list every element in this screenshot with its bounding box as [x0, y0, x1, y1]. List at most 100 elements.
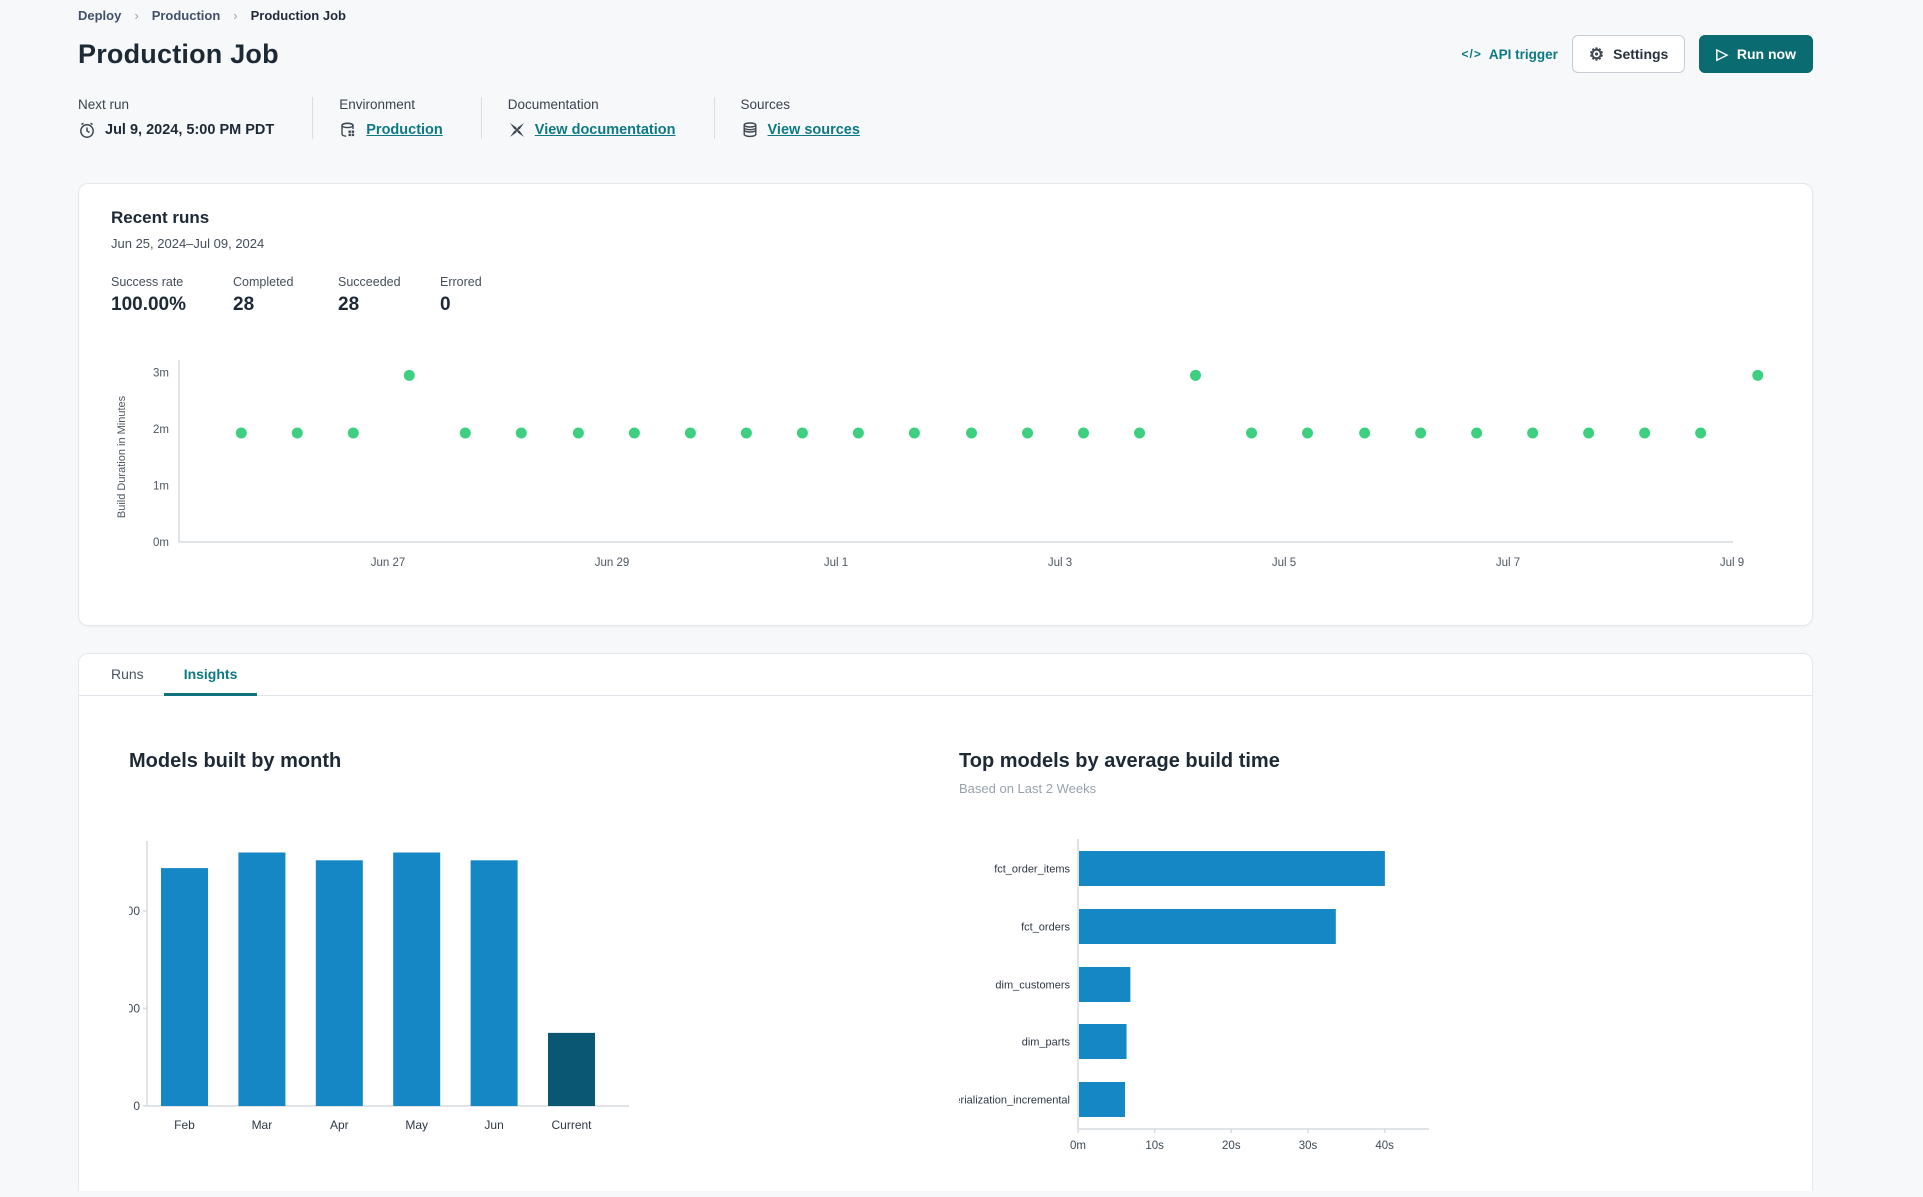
meta-next-run: Next run Jul 9, 2024, 5:00 PM PDT — [78, 97, 312, 139]
y-category-label: fct_orders — [1021, 922, 1070, 934]
scatter-point — [1190, 369, 1202, 381]
scatter-point — [966, 427, 978, 439]
chevron-right-icon: › — [233, 8, 238, 23]
bar-fct_orders — [1079, 909, 1336, 944]
y-tick-label: 2m — [153, 424, 169, 436]
x-tick-label: Jul 9 — [1720, 557, 1744, 569]
scatter-point — [1078, 427, 1090, 439]
alarm-clock-icon — [78, 121, 96, 139]
y-tick-label: 500 — [129, 1002, 140, 1016]
bar-mar — [238, 852, 286, 1106]
scatter-point — [1583, 427, 1595, 439]
stat-success-rate: Success rate 100.00% — [111, 275, 187, 315]
x-tick-label: 20s — [1222, 1140, 1241, 1152]
recent-runs-stats: Success rate 100.00% Completed 28 Succee… — [111, 275, 1780, 316]
scatter-point — [347, 427, 359, 439]
scatter-point — [1752, 369, 1764, 381]
environment-database-icon — [339, 121, 357, 139]
x-tick-label: Jul 3 — [1048, 557, 1072, 569]
meta-label: Environment — [339, 97, 416, 112]
scatter-point — [1415, 427, 1427, 439]
bar-current — [548, 1032, 595, 1106]
y-axis-label: Build Duration in Minutes — [116, 395, 128, 518]
x-tick-label: Jul 7 — [1496, 557, 1520, 569]
production-job-page: Deploy › Production › Production Job Pro… — [0, 0, 1923, 1191]
stat-completed: Completed 28 — [233, 275, 294, 315]
bar-dim_customers — [1079, 967, 1131, 1002]
bar-feb — [161, 868, 208, 1106]
stat-succeeded: Succeeded 28 — [338, 275, 401, 315]
insights-panel: Models built by month 0 500 1000 Feb Mar Apr M… — [79, 696, 1812, 1168]
run-now-button[interactable]: ▷ Run now — [1699, 35, 1813, 73]
x-tick-label: Jul 1 — [824, 557, 848, 569]
settings-button[interactable]: ⚙ Settings — [1571, 35, 1686, 73]
database-stack-icon — [741, 121, 759, 139]
top-models-title: Top models by average build time — [959, 750, 1280, 772]
scatter-plot: 0m 1m 2m 3m Build Duration in Minutes Jun 27 J… — [116, 360, 1764, 569]
y-tick-label: 0 — [133, 1099, 140, 1113]
scatter-point — [235, 427, 247, 439]
scatter-point — [796, 427, 808, 439]
x-category-label: May — [405, 1118, 428, 1132]
breadcrumb-deploy[interactable]: Deploy — [78, 8, 121, 23]
x-category-label: Feb — [174, 1118, 195, 1132]
page-title: Production Job — [78, 38, 279, 69]
models-built-title: Models built by month — [129, 750, 342, 772]
tab-bar: Runs Insights — [79, 654, 1812, 696]
bar-jun — [470, 860, 518, 1106]
bar-apr — [315, 860, 363, 1106]
scatter-point — [684, 427, 696, 439]
meta-label: Next run — [78, 97, 130, 112]
y-category-label: dim_parts — [1022, 1037, 1071, 1049]
scatter-point — [572, 427, 584, 439]
tab-runs[interactable]: Runs — [91, 654, 164, 696]
recent-runs-card: Recent runs Jun 25, 2024–Jul 09, 2024 Su… — [78, 183, 1813, 626]
y-category-label: fct_order_items — [994, 864, 1070, 876]
build-duration-chart: 0m 1m 2m 3m Build Duration in Minutes Jun 27 J… — [111, 332, 1780, 599]
x-category-label: Jun — [484, 1118, 503, 1132]
scatter-point — [1695, 427, 1707, 439]
job-meta-row: Next run Jul 9, 2024, 5:00 PM PDT Enviro… — [78, 97, 1813, 139]
api-trigger-link[interactable]: </> API trigger — [1461, 47, 1557, 62]
models-built-chart: 0 500 1000 Feb Mar Apr May Jun Current — [113, 833, 689, 1152]
x-tick-label: 40s — [1375, 1140, 1394, 1152]
scatter-point — [740, 427, 752, 439]
scatter-point — [1639, 427, 1651, 439]
chevron-right-icon: › — [134, 8, 139, 23]
environment-link[interactable]: Production — [366, 122, 443, 138]
bar-may — [393, 852, 441, 1106]
bar-fct_order_items — [1079, 851, 1385, 886]
y-tick-label: 3m — [153, 368, 169, 380]
scatter-point — [515, 427, 527, 439]
scatter-point — [459, 427, 471, 439]
top-models-block: Top models by average build time Based o… — [936, 750, 1599, 1168]
play-icon: ▷ — [1716, 45, 1728, 63]
hbar-chart: fct_order_items fct_orders dim_customersdi… — [936, 839, 1429, 1152]
view-sources-link[interactable]: View sources — [768, 122, 860, 138]
breadcrumb-production[interactable]: Production — [152, 8, 221, 23]
scatter-point — [908, 427, 920, 439]
scatter-point — [1359, 427, 1371, 439]
view-documentation-link[interactable]: View documentation — [535, 122, 676, 138]
job-detail-card: Runs Insights Models built by month 0 500… — [78, 653, 1813, 1191]
y-category-label: dim_customers — [995, 980, 1070, 992]
top-models-subtitle: Based on Last 2 Weeks — [959, 781, 1097, 796]
x-category-label: Mar — [252, 1118, 273, 1132]
scatter-point — [1527, 427, 1539, 439]
breadcrumb: Deploy › Production › Production Job — [78, 6, 1813, 23]
breadcrumb-production-job: Production Job — [250, 8, 346, 23]
recent-runs-title: Recent runs — [111, 208, 210, 227]
scatter-point — [291, 427, 303, 439]
gear-icon: ⚙ — [1588, 44, 1605, 64]
tab-insights[interactable]: Insights — [163, 654, 258, 696]
x-tick-label: 0m — [1070, 1140, 1086, 1152]
stat-errored: Errored 0 — [440, 275, 482, 315]
bar-materialization_incremental — [1079, 1082, 1125, 1117]
scatter-point — [1302, 427, 1314, 439]
scatter-point — [403, 369, 415, 381]
page-header: Production Job </> API trigger ⚙ Setting… — [78, 35, 1813, 73]
x-tick-label: 10s — [1145, 1140, 1164, 1152]
x-tick-label: Jul 5 — [1272, 557, 1296, 569]
x-tick-label: Jun 29 — [595, 557, 630, 569]
y-tick-label: 1m — [153, 481, 169, 493]
